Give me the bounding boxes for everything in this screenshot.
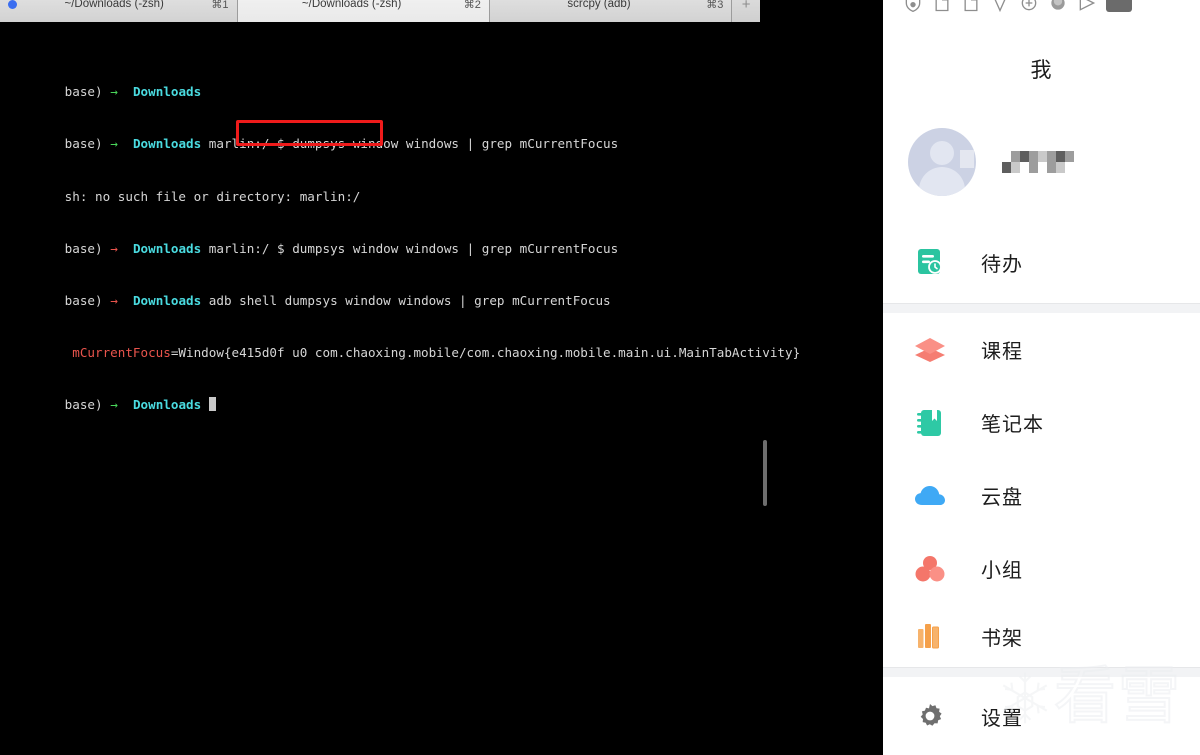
prompt-directory: Downloads (132, 136, 202, 152)
menu-item-todo[interactable]: 待办 (883, 221, 1200, 303)
error-text: sh: no such file or directory: marlin:/ (64, 188, 361, 204)
tab-title: ~/Downloads (-zsh) (301, 0, 402, 10)
terminal-line: base) → Downloads (4, 379, 883, 412)
terminal-tab-1[interactable]: ~/Downloads (-zsh) ⌘1 (0, 0, 238, 22)
new-tab-button[interactable]: + (732, 0, 760, 22)
menu-item-cloud[interactable]: 云盘 (883, 459, 1200, 532)
prompt-arrow-icon: → (110, 293, 118, 309)
terminal-tab-bar: ~/Downloads (-zsh) ⌘1 ~/Downloads (-zsh)… (0, 0, 883, 27)
bookshelf-icon (913, 619, 947, 653)
menu-item-course-cap[interactable]: 课程 (883, 313, 1200, 386)
terminal-line: mCurrentFocus=Window{e415d0f u0 com.chao… (4, 327, 883, 360)
tab-shortcut: ⌘2 (463, 0, 481, 11)
prompt-directory: Downloads (132, 84, 202, 100)
menu-item-gear[interactable]: 设置 (883, 677, 1200, 755)
notebook-icon (913, 406, 947, 440)
prompt-arrow-icon: → (110, 136, 118, 152)
terminal-scrollbar[interactable] (763, 440, 767, 506)
command-text: marlin:/ $ dumpsys window windows | grep… (201, 136, 619, 152)
tab-shortcut: ⌘1 (211, 0, 229, 11)
terminal-line: sh: no such file or directory: marlin:/ (4, 170, 883, 204)
prompt-user: base) (64, 397, 103, 413)
menu-list: 待办 课程 笔记本 云盘 小组 书架 设置 (883, 0, 1200, 755)
menu-item-group[interactable]: 小组 (883, 532, 1200, 605)
menu-item-notebook[interactable]: 笔记本 (883, 386, 1200, 459)
terminal-output[interactable]: base) → Downloads base) → Downloads marl… (0, 27, 883, 755)
command-text: marlin:/ $ dumpsys window windows | grep… (201, 240, 619, 256)
menu-separator (883, 303, 1200, 313)
tab-activity-dot (8, 0, 17, 9)
prompt-user: base) (64, 240, 103, 256)
prompt-user: base) (64, 136, 103, 152)
tab-title: scrcpy (adb) (567, 0, 631, 10)
terminal-tab-2[interactable]: ~/Downloads (-zsh) ⌘2 (237, 0, 490, 22)
tab-title: ~/Downloads (-zsh) (64, 0, 164, 10)
menu-item-label: 小组 (981, 558, 1023, 582)
menu-item-label: 设置 (981, 705, 1023, 730)
prompt-directory: Downloads (132, 293, 202, 309)
terminal-line: base) → Downloads marlin:/ $ dumpsys win… (4, 118, 883, 151)
terminal-line: base) → Downloads (4, 66, 883, 99)
prompt-directory: Downloads (132, 240, 202, 256)
menu-item-bookshelf[interactable]: 书架 (883, 605, 1200, 667)
menu-item-label: 书架 (981, 625, 1023, 650)
terminal-line: base) → Downloads adb shell dumpsys wind… (4, 275, 883, 308)
group-icon (913, 552, 947, 586)
menu-item-label: 待办 (981, 251, 1023, 276)
prompt-arrow-icon: → (110, 84, 118, 100)
android-mirror-pane: 我 待办 课程 笔记本 云盘 小组 书架 设置 (883, 0, 1200, 755)
tab-shortcut: ⌘3 (706, 0, 724, 11)
course-cap-icon (913, 333, 947, 367)
terminal-cursor (208, 397, 217, 412)
screen-root: ~/Downloads (-zsh) ⌘1 ~/Downloads (-zsh)… (0, 0, 1200, 755)
todo-icon (913, 245, 947, 279)
prompt-directory: Downloads (132, 397, 202, 413)
terminal-tab-3[interactable]: scrcpy (adb) ⌘3 (489, 0, 733, 22)
prompt-user: base) (64, 293, 103, 309)
cloud-icon (913, 479, 947, 513)
command-text: adb shell dumpsys window windows | grep … (201, 293, 611, 309)
gear-icon (913, 699, 947, 733)
terminal-window: ~/Downloads (-zsh) ⌘1 ~/Downloads (-zsh)… (0, 0, 883, 755)
focus-key: mCurrentFocus (72, 345, 171, 361)
focus-value: =Window{e415d0f u0 com.chaoxing.mobile/c… (170, 345, 801, 361)
prompt-arrow-icon: → (110, 240, 118, 256)
menu-item-label: 云盘 (981, 485, 1023, 509)
menu-item-label: 笔记本 (981, 412, 1044, 436)
prompt-user: base) (64, 84, 103, 100)
menu-item-label: 课程 (981, 339, 1023, 363)
menu-separator (883, 667, 1200, 677)
terminal-line: base) → Downloads marlin:/ $ dumpsys win… (4, 222, 883, 256)
prompt-arrow-icon: → (110, 397, 118, 413)
